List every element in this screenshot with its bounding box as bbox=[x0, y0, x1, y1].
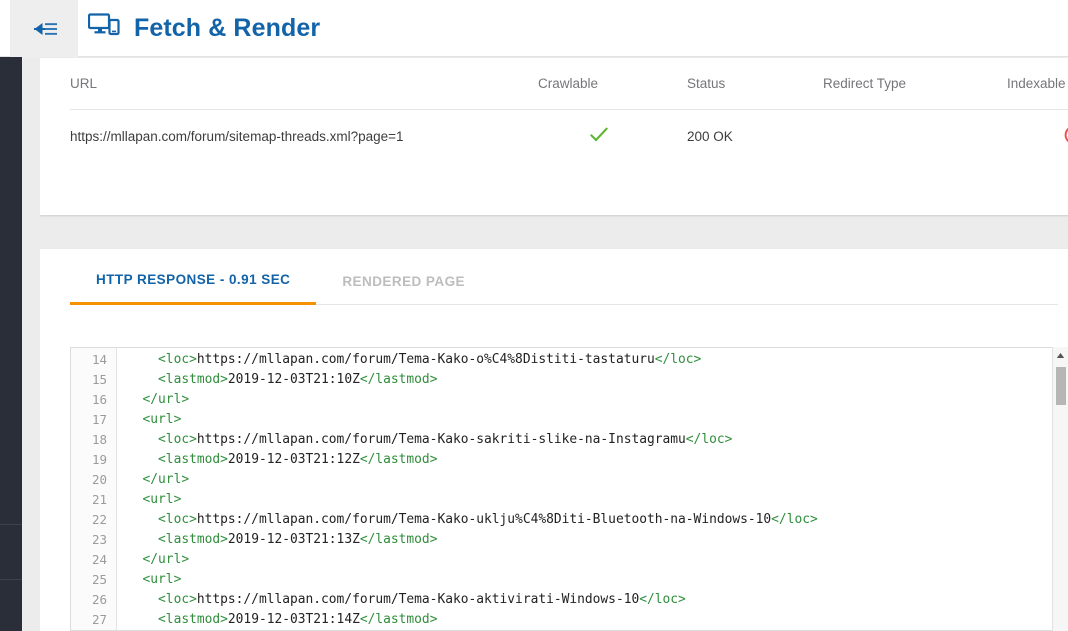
column-header-status: Status bbox=[687, 76, 726, 91]
table-row: https://mllapan.com/forum/sitemap-thread… bbox=[70, 110, 1068, 164]
line-number: 14 bbox=[91, 352, 107, 367]
line-number: 23 bbox=[91, 532, 107, 547]
line-number: 27 bbox=[91, 612, 107, 627]
xml-tag: <lastmod> bbox=[127, 532, 228, 547]
url-summary-card: URL Crawlable Status Redirect Type Index… bbox=[40, 58, 1068, 215]
line-number: 16 bbox=[91, 392, 107, 407]
code-line: </url> bbox=[127, 470, 1068, 490]
app-root: Fetch & Render URL Crawlable Status Redi… bbox=[0, 0, 1068, 631]
xml-tag: <loc> bbox=[127, 592, 197, 607]
xml-text: https://mllapan.com/forum/Tema-Kako-o%C4… bbox=[196, 352, 655, 367]
xml-text: 2019-12-03T21:12Z bbox=[227, 452, 360, 467]
line-number: 18 bbox=[91, 432, 107, 447]
line-number: 19 bbox=[91, 452, 107, 467]
cell-crawlable bbox=[530, 110, 668, 164]
xml-tag: </lastmod> bbox=[359, 372, 438, 387]
cell-redirect-type bbox=[812, 110, 983, 164]
cell-indexable bbox=[983, 110, 1068, 164]
code-line: <loc>https://mllapan.com/forum/Tema-Kako… bbox=[127, 510, 1068, 530]
line-number: 22 bbox=[91, 512, 107, 527]
url-table: URL Crawlable Status Redirect Type Index… bbox=[70, 58, 1068, 163]
scroll-up-arrow-icon[interactable] bbox=[1053, 347, 1068, 363]
page-title-group: Fetch & Render bbox=[87, 0, 321, 57]
code-line: <lastmod>2019-12-03T21:10Z</lastmod> bbox=[127, 370, 1068, 390]
xml-tag: <lastmod> bbox=[127, 452, 228, 467]
column-header-url: URL bbox=[70, 76, 98, 91]
cell-url[interactable]: https://mllapan.com/forum/sitemap-thread… bbox=[70, 110, 530, 164]
top-bar: Fetch & Render bbox=[0, 0, 1068, 57]
code-line: <url> bbox=[127, 490, 1068, 510]
xml-tag: </lastmod> bbox=[359, 612, 438, 627]
cell-status: 200 OK bbox=[687, 129, 733, 144]
xml-tag: </loc> bbox=[639, 592, 686, 607]
sidebar-collapsed-rail[interactable] bbox=[0, 57, 22, 631]
xml-tag: </lastmod> bbox=[359, 532, 438, 547]
code-line: <loc>https://mllapan.com/forum/Tema-Kako… bbox=[127, 430, 1068, 450]
line-number: 26 bbox=[91, 592, 107, 607]
xml-text: 2019-12-03T21:13Z bbox=[227, 532, 360, 547]
tab-rendered-page[interactable]: RENDERED PAGE bbox=[316, 274, 491, 305]
code-line: <url> bbox=[127, 410, 1068, 430]
xml-tag: <url> bbox=[127, 572, 182, 587]
xml-tag: </loc> bbox=[685, 432, 733, 447]
xml-tag: <url> bbox=[127, 412, 182, 427]
tab-http-response[interactable]: HTTP RESPONSE - 0.91 SEC bbox=[70, 272, 317, 305]
xml-tag: </url> bbox=[127, 392, 190, 407]
xml-tag: </url> bbox=[127, 472, 190, 487]
code-line: </url> bbox=[127, 390, 1068, 410]
xml-text: 2019-12-03T21:14Z bbox=[227, 612, 360, 627]
xml-text: https://mllapan.com/forum/Tema-Kako-uklj… bbox=[196, 512, 772, 527]
scrollbar-thumb[interactable] bbox=[1056, 367, 1066, 405]
code-line: <lastmod>2019-12-03T21:13Z</lastmod> bbox=[127, 530, 1068, 550]
xml-tag: <lastmod> bbox=[127, 612, 228, 627]
xml-text: 2019-12-03T21:10Z bbox=[227, 372, 360, 387]
line-number: 15 bbox=[91, 372, 107, 387]
http-response-code-viewer[interactable]: 14 15 16 17 18 19 20 21 22 23 24 25 26 27 <loc>https:… bbox=[70, 347, 1068, 631]
line-number: 20 bbox=[91, 472, 107, 487]
xml-tag: <lastmod> bbox=[127, 372, 228, 387]
column-header-crawlable: Crawlable bbox=[538, 76, 599, 91]
table-header-row: URL Crawlable Status Redirect Type Index… bbox=[70, 58, 1068, 110]
code-line-numbers: 14 15 16 17 18 19 20 21 22 23 24 25 26 27 bbox=[71, 348, 117, 630]
collapse-arrow-icon bbox=[29, 20, 59, 38]
xml-tag: <url> bbox=[127, 492, 182, 507]
code-line: <url> bbox=[127, 570, 1068, 590]
line-number: 21 bbox=[91, 492, 107, 507]
xml-tag: </lastmod> bbox=[359, 452, 438, 467]
red-blocked-icon bbox=[1063, 124, 1068, 149]
code-scrollbar[interactable] bbox=[1052, 347, 1068, 631]
xml-tag: </loc> bbox=[771, 512, 818, 527]
column-header-redirect-type: Redirect Type bbox=[823, 76, 907, 91]
response-tabs: HTTP RESPONSE - 0.91 SEC RENDERED PAGE bbox=[70, 249, 1058, 305]
line-number: 24 bbox=[91, 552, 107, 567]
xml-tag: <loc> bbox=[127, 352, 197, 367]
code-line: </url> bbox=[127, 550, 1068, 570]
xml-text: https://mllapan.com/forum/Tema-Kako-sakr… bbox=[196, 432, 686, 447]
line-number: 17 bbox=[91, 412, 107, 427]
page-title: Fetch & Render bbox=[134, 14, 321, 42]
code-line: <lastmod>2019-12-03T21:14Z</lastmod> bbox=[127, 610, 1068, 630]
line-number: 25 bbox=[91, 572, 107, 587]
devices-icon bbox=[87, 13, 120, 44]
xml-tag: <loc> bbox=[127, 432, 197, 447]
code-content[interactable]: <loc>https://mllapan.com/forum/Tema-Kako… bbox=[117, 348, 1068, 630]
sidebar-collapse-button[interactable] bbox=[10, 0, 78, 57]
green-check-icon bbox=[589, 126, 609, 147]
xml-tag: </url> bbox=[127, 552, 190, 567]
xml-text: https://mllapan.com/forum/Tema-Kako-akti… bbox=[196, 592, 640, 607]
xml-tag: <loc> bbox=[127, 512, 197, 527]
code-line: <loc>https://mllapan.com/forum/Tema-Kako… bbox=[127, 350, 1068, 370]
code-line: <loc>https://mllapan.com/forum/Tema-Kako… bbox=[127, 590, 1068, 610]
sidebar-gutter bbox=[22, 57, 40, 631]
code-line: <lastmod>2019-12-03T21:12Z</lastmod> bbox=[127, 450, 1068, 470]
xml-tag: </loc> bbox=[654, 352, 702, 367]
column-header-indexable: Indexable bbox=[1007, 76, 1066, 91]
